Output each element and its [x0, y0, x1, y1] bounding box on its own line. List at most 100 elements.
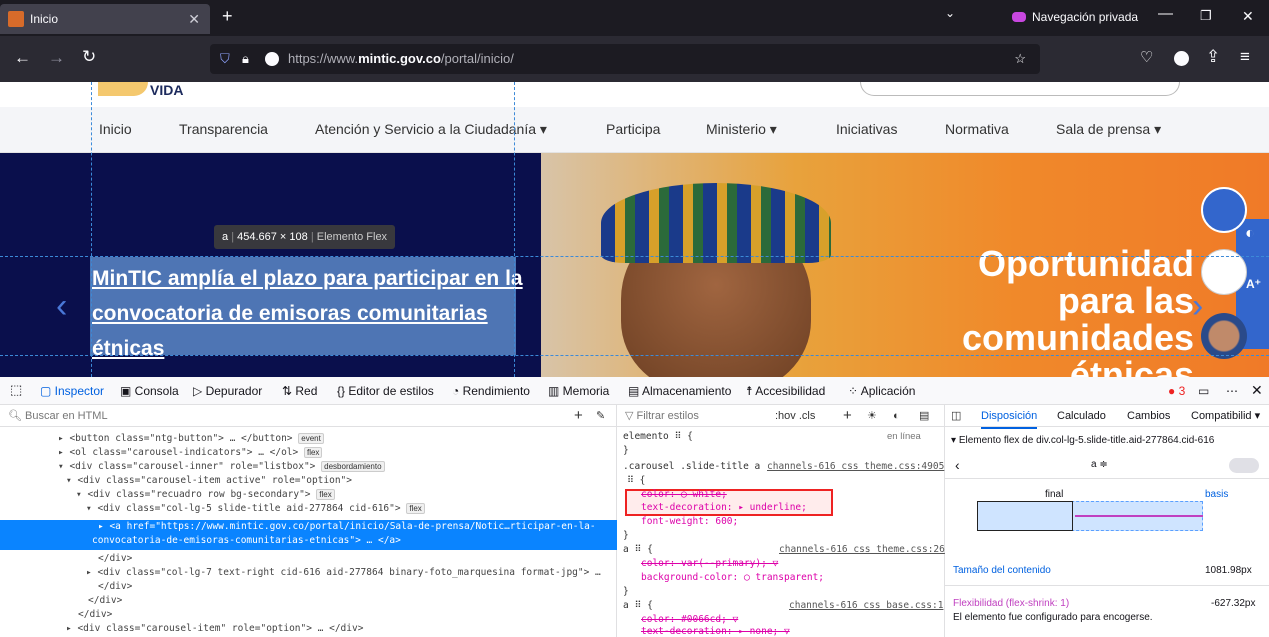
rule-source[interactable]: channels-616 css base.css:1 [789, 600, 943, 611]
headdress [601, 183, 831, 263]
tab-aplicacion[interactable]: ⁘ Aplicación [848, 384, 915, 398]
add-node-icon[interactable]: + [574, 405, 583, 427]
hero-title-link[interactable]: MinTIC amplía el plazo para participar e… [92, 261, 532, 366]
rule-decl[interactable]: font-weight: 600; [641, 516, 738, 527]
divider [945, 585, 1269, 586]
tab-accesibilidad[interactable]: ☨ Accesibilidad [746, 384, 825, 398]
new-tab-button[interactable]: + [222, 6, 233, 27]
menu-participa[interactable]: Participa [606, 121, 660, 137]
tab-red[interactable]: ⇅ Red [282, 384, 317, 398]
html-line[interactable]: </div> [88, 595, 122, 606]
menu-sala-prensa[interactable]: Sala de prensa ▾ [1056, 121, 1161, 138]
html-line[interactable]: ▾ <div class="recuadro row bg-secondary"… [76, 489, 335, 500]
pocket-icon[interactable]: ♡ [1140, 48, 1153, 66]
maximize-icon[interactable]: ❐ [1200, 8, 1212, 24]
add-rule-icon[interactable]: + [843, 405, 852, 427]
filter-styles-input[interactable]: ▽ Filtrar estilos :hov .cls + ☀ ◐ ▤ [617, 405, 945, 427]
tab-consola[interactable]: ▣ Consola [120, 384, 179, 398]
rule-source[interactable]: en línea [887, 431, 921, 442]
shield-icon[interactable]: ⛉ [220, 44, 230, 74]
html-line[interactable]: </div> [98, 553, 132, 564]
shrink-arrow [1075, 515, 1203, 517]
hero-banner-text: Oportunidad para las comunidades étnicas [962, 245, 1194, 377]
html-line[interactable]: ▾ <div class="carousel-item active" role… [66, 475, 352, 486]
tab-editor-estilos[interactable]: {} Editor de estilos [337, 384, 434, 398]
html-line[interactable]: ▸ <div class="carousel-item" role="optio… [66, 623, 363, 634]
error-count[interactable]: ● 3 [1168, 384, 1185, 398]
tab-compatibilidad[interactable]: Compatibilid ▾ [1191, 405, 1260, 427]
rule-decl[interactable]: color: #0066cd; ▽ [641, 614, 738, 625]
reload-icon[interactable]: ↻ [82, 47, 96, 67]
menu-inicio[interactable]: Inicio [99, 121, 132, 137]
html-line[interactable]: ▸ <button class="ntg-button"> … </button… [58, 433, 324, 444]
dock-icon[interactable]: ▭ [1198, 384, 1209, 398]
rule-decl[interactable]: color: var(--primary); ▽ [641, 558, 778, 569]
tab-memoria[interactable]: ▥ Memoria [548, 384, 609, 398]
html-line-selected[interactable]: convocatoria-de-emisoras-comunitarias-et… [92, 535, 401, 546]
flex-item-header[interactable]: ▾ Elemento flex de div.col-lg-5.slide-ti… [951, 435, 1214, 446]
tab-calculado[interactable]: Calculado [1057, 405, 1106, 427]
menu-ministerio[interactable]: Ministerio ▾ [706, 121, 777, 138]
hov-cls-buttons[interactable]: :hov .cls [775, 405, 815, 427]
light-mode-icon[interactable]: ☀ [867, 405, 877, 427]
avatar[interactable] [1201, 313, 1247, 359]
rule-source[interactable]: channels-616 css theme.css:26 [779, 544, 945, 555]
rule-selector[interactable]: a ⠿ { [623, 544, 653, 555]
tab-disposicion[interactable]: Disposición [981, 405, 1038, 429]
window-close-icon[interactable]: ✕ [1242, 8, 1254, 25]
dark-mode-icon[interactable]: ◐ [893, 405, 900, 427]
rule-decl[interactable]: text-decoration: ▸ none; ▽ [641, 626, 790, 637]
rule-decl[interactable]: text-decoration: ▸ underline; [641, 502, 807, 513]
url-bar[interactable]: ⛉ 🔒︎ https://www.mintic.gov.co/portal/in… [210, 44, 1040, 74]
menu-atencion[interactable]: Atención y Servicio a la Ciudadanía ▾ [315, 121, 547, 138]
user-help-icon[interactable] [1201, 187, 1247, 233]
bookmark-star-icon[interactable]: ☆ [1014, 44, 1026, 74]
tab-list-icon[interactable]: ⌄ [945, 6, 955, 20]
html-line[interactable]: ▸ <ol class="carousel-indicators"> … </o… [58, 447, 323, 458]
html-line[interactable]: </div> [98, 581, 132, 592]
minimize-icon[interactable]: — [1158, 5, 1173, 22]
back-icon[interactable]: ‹ [955, 457, 960, 473]
carousel-next-icon[interactable]: › [1192, 287, 1203, 326]
tab-rendimiento[interactable]: ◔ Rendimiento [452, 384, 530, 398]
rule-decl[interactable]: background-color: ◯ transparent; [641, 572, 824, 583]
back-icon[interactable]: ← [14, 48, 31, 68]
menu-icon[interactable]: ≡ [1240, 47, 1250, 67]
extension-icon[interactable] [1174, 51, 1189, 66]
tab-almacenamiento[interactable]: ▤ Almacenamiento [628, 384, 731, 398]
pick-element-icon[interactable]: ⬚ [10, 382, 22, 398]
highlight-toggle[interactable] [1229, 458, 1259, 473]
eyedropper-icon[interactable]: ✎ [596, 405, 605, 427]
site-search-input[interactable] [860, 82, 1180, 96]
print-icon[interactable]: ▤ [919, 405, 929, 427]
close-tab-icon[interactable]: ✕ [188, 4, 200, 34]
more-options-icon[interactable]: ⋯ [1226, 384, 1238, 398]
tab-depurador[interactable]: ▷ Depurador [193, 384, 262, 398]
menu-normativa[interactable]: Normativa [945, 121, 1009, 137]
menu-transparencia[interactable]: Transparencia [179, 121, 268, 137]
html-line[interactable]: </div> [78, 609, 112, 620]
tab-cambios[interactable]: Cambios [1127, 405, 1170, 427]
lock-icon[interactable]: 🔒︎ [242, 44, 249, 74]
carousel-prev-icon[interactable]: ‹ [56, 287, 67, 326]
rule-line[interactable]: elemento ⠿ { [623, 431, 693, 442]
close-devtools-icon[interactable]: ✕ [1251, 382, 1263, 399]
html-search-input[interactable]: 🔍︎ Buscar en HTML + ✎ [0, 405, 617, 427]
flex-selector[interactable]: a ≑ [1091, 459, 1108, 470]
html-line[interactable]: ▾ <div class="carousel-inner" role="list… [58, 461, 385, 472]
html-line[interactable]: ▸ <div class="col-lg-7 text-right cid-61… [86, 567, 601, 578]
rule-selector[interactable]: .carousel .slide-title a [623, 461, 760, 472]
contrast-icon[interactable]: ◐ [1245, 225, 1255, 243]
rule-selector[interactable]: a ⠿ { [623, 600, 653, 611]
html-line-selected[interactable]: ▸ <a href="https://www.mintic.gov.co/por… [98, 521, 596, 532]
text-size-icon[interactable]: A⁺ [1246, 277, 1261, 291]
tab-inspector[interactable]: ▢ Inspector [40, 384, 104, 398]
menu-iniciativas[interactable]: Iniciativas [836, 121, 897, 137]
tab-inicio[interactable]: Inicio ✕ [0, 4, 210, 34]
share-icon[interactable]: ⇪ [1206, 47, 1220, 67]
sidebar-toggle-icon[interactable]: ◫ [951, 405, 961, 427]
rule-decl[interactable]: color: ◯ white; [641, 489, 727, 500]
html-line[interactable]: ▾ <div class="col-lg-5 slide-title aid-2… [86, 503, 425, 514]
forward-icon[interactable]: → [48, 48, 65, 68]
rule-source[interactable]: channels-616 css theme.css:4905 [767, 461, 944, 472]
